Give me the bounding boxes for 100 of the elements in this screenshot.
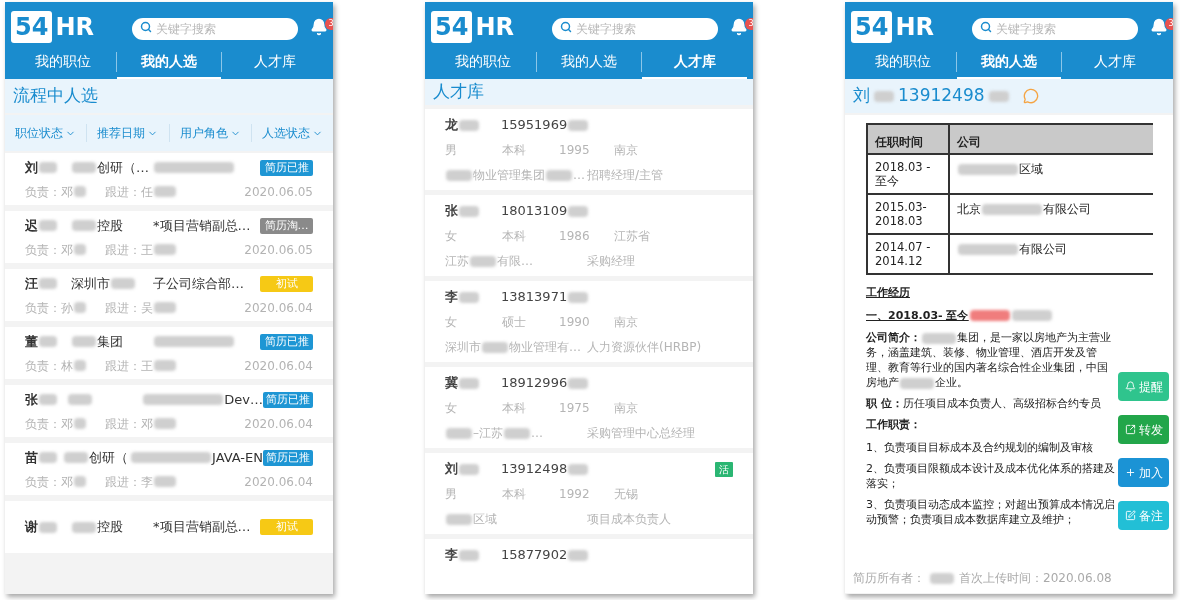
bell-icon	[1124, 381, 1136, 392]
candidate-card[interactable]: 董 集团 简历已推 负责：林 跟进：王 2020.06.04	[5, 327, 333, 379]
candidate-name: 迟	[25, 216, 38, 235]
redacted-block	[39, 220, 57, 231]
redacted-block	[459, 119, 479, 131]
logo-text: HR	[895, 12, 934, 43]
redacted-block	[154, 476, 176, 487]
nav-tab[interactable]: 我的人选	[536, 45, 642, 79]
action-button[interactable]: 备注	[1118, 501, 1169, 530]
status-badge: 简历已推	[260, 159, 313, 176]
detail-text: 男	[445, 486, 458, 503]
notification-bell-icon[interactable]	[310, 18, 328, 36]
talent-card[interactable]: 龙 15951969 男 本科 1995 南京 物业管理集团 … 招聘经理/主管	[425, 108, 753, 190]
redacted-block	[74, 476, 86, 487]
search-field[interactable]: 关键字搜索	[552, 18, 718, 40]
detail-text: 本科	[502, 228, 527, 245]
candidate-card[interactable]: 谢 控股 *项目营销副总… 初试	[5, 501, 333, 553]
detail-text: 本科	[502, 142, 527, 159]
nav-tab[interactable]: 我的职位	[11, 45, 116, 79]
nav-tab[interactable]: 人才库	[1062, 45, 1167, 79]
action-button[interactable]: 加入	[1118, 458, 1169, 487]
page-title: 刘	[853, 84, 870, 108]
search-icon	[560, 21, 572, 33]
position-name: 人力资源伙伴(HRBP)	[587, 339, 702, 356]
redacted-block	[459, 205, 479, 217]
filter-dropdown[interactable]: 用户角色	[169, 124, 251, 142]
candidate-card[interactable]: 刘 创研（… 简历已推 负责：邓 跟进：任 2020.06.05	[5, 153, 333, 205]
search-field[interactable]: 关键字搜索	[132, 18, 298, 40]
search-field[interactable]: 关键字搜索	[972, 18, 1138, 40]
table-cell: 2014.07 - 2014.12	[867, 234, 949, 274]
redacted-block	[568, 377, 589, 389]
detail-text: 1986	[559, 228, 591, 245]
redacted-block	[446, 513, 472, 525]
detail-text: 女	[445, 228, 458, 245]
company-name: 有限…	[497, 253, 533, 270]
action-button[interactable]: 转发	[1118, 415, 1169, 444]
talent-card[interactable]: 李 15877902	[425, 538, 753, 594]
talent-card[interactable]: 张 18013109 女 本科 1986 江苏省 江苏 有限… 采购经理	[425, 194, 753, 276]
candidate-name: 董	[25, 332, 38, 351]
candidate-card[interactable]: 汪 深圳市 子公司综合部… 初试 负责：孙 跟进：吴 2020.06.04	[5, 269, 333, 321]
redacted-block	[1011, 310, 1052, 322]
position-name: *项目营销副总…	[153, 216, 251, 235]
candidate-name: 张	[25, 390, 38, 409]
company-name: 控股	[97, 216, 123, 235]
redacted-block	[72, 162, 96, 173]
redacted-block	[68, 394, 93, 405]
candidate-card[interactable]: 迟 控股 *项目营销副总… 简历淘… 负责：邓 跟进：王 2020.06.05	[5, 211, 333, 263]
filter-dropdown[interactable]: 推荐日期	[87, 124, 169, 142]
logo-number: 54	[11, 11, 53, 43]
nav-tab[interactable]: 我的职位	[851, 45, 956, 79]
paragraph-text: 公司简介： 集团，是一家以房地产为主营业务，涵盖建筑、装修、物业管理、酒店开发及管理、教育等行业的国内著名综合性企业集团，中国房地产 企业。	[866, 330, 1112, 390]
redacted-block	[72, 220, 96, 231]
redacted-block	[39, 336, 57, 347]
logo-number: 54	[431, 11, 473, 43]
phone-number: 13912498	[501, 460, 568, 479]
redacted-block	[459, 463, 479, 475]
redacted-block	[72, 521, 96, 533]
notification-bell-icon[interactable]	[730, 18, 748, 36]
owner-text: 负责：邓	[25, 241, 73, 259]
redacted-block	[459, 291, 479, 303]
notification-badge: 3	[325, 18, 333, 30]
redacted-block	[568, 549, 589, 561]
redacted-block	[74, 360, 86, 371]
redacted-block	[39, 521, 57, 533]
candidate-name: 冀	[445, 374, 458, 393]
position-name: 采购经理	[587, 253, 635, 270]
table-cell-text: 有限公司	[1043, 201, 1091, 218]
share-icon	[1124, 424, 1136, 435]
search-icon	[140, 21, 152, 33]
company-name: 创研（	[88, 448, 128, 467]
redacted-block	[74, 244, 86, 255]
detail-text: 无锡	[614, 486, 639, 503]
position-name: *项目营销副总…	[153, 518, 251, 537]
filter-dropdown[interactable]: 职位状态	[5, 124, 87, 142]
position-name: 项目成本负责人	[587, 511, 671, 528]
filter-dropdown[interactable]: 人选状态	[251, 124, 333, 142]
status-badge: 简历已推	[260, 333, 313, 350]
detail-text: 1975	[559, 400, 591, 417]
table-cell-text: 区域	[1019, 161, 1043, 178]
notification-badge: 3	[1165, 18, 1173, 30]
talent-card[interactable]: 刘 13912498 活 男 本科 1992 无锡 区域 项目成本负责人	[425, 452, 753, 534]
nav-tab[interactable]: 人才库	[222, 45, 327, 79]
redacted-block	[39, 278, 57, 289]
redacted-block	[546, 169, 572, 181]
candidate-name: 李	[445, 546, 458, 565]
notification-bell-icon[interactable]	[1150, 18, 1168, 36]
talent-card[interactable]: 冀 18912996 女 本科 1975 南京 –江苏 … 采购管理中心总经理	[425, 366, 753, 448]
detail-text: 南京	[614, 400, 639, 417]
candidate-card[interactable]: 张 Dev… 简历已推 负责：邓 跟进：邓 2020.06.04	[5, 385, 333, 437]
table-cell: 2015.03-2018.03	[867, 194, 949, 234]
redacted-block	[982, 204, 1042, 216]
redacted-block	[39, 162, 57, 173]
action-button[interactable]: 提醒	[1118, 372, 1169, 401]
talent-card[interactable]: 李 13813971 女 硕士 1990 南京 深圳市 物业管理有… 人力资源伙伴(HRBP)	[425, 280, 753, 362]
nav-tab[interactable]: 我的职位	[431, 45, 536, 79]
redacted-block	[568, 119, 589, 131]
candidate-card[interactable]: 苗 创研（ JAVA-EN 简历已推 负责：邓 跟进：李 2020.06.04	[5, 443, 333, 495]
company-name: 集团	[97, 332, 123, 351]
phone-number: 18013109	[501, 202, 568, 221]
company-name: …	[531, 425, 543, 442]
